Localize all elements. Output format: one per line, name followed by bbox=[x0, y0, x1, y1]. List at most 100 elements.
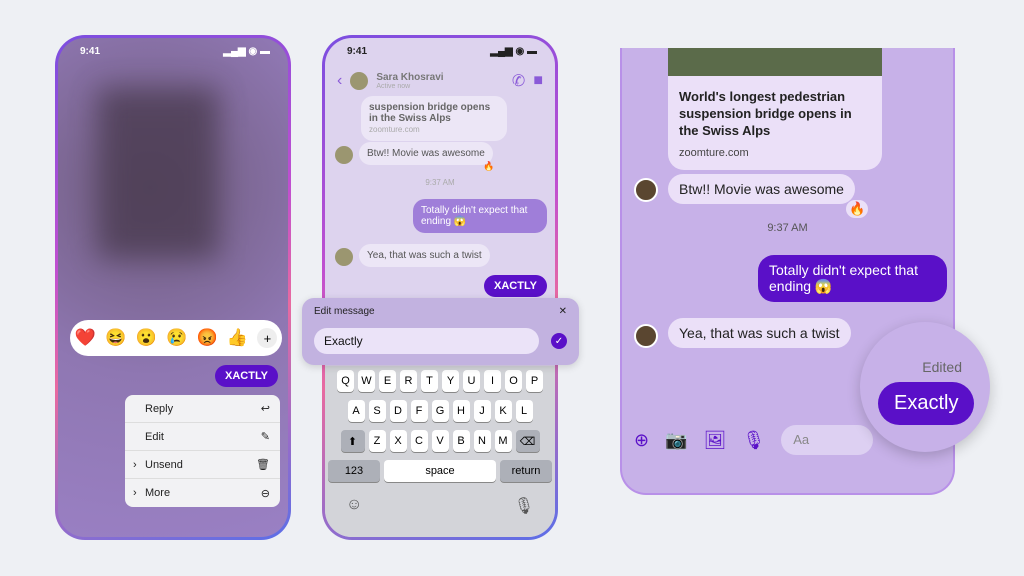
microphone-icon[interactable]: 🎙 bbox=[742, 430, 765, 451]
avatar[interactable] bbox=[350, 72, 369, 90]
key[interactable]: B bbox=[452, 430, 470, 452]
message-received[interactable]: Yea, that was such a twist bbox=[668, 318, 851, 348]
key[interactable]: Q bbox=[337, 370, 354, 392]
key[interactable]: R bbox=[400, 370, 417, 392]
status-icons: ▂▄▆ ◉ ▬ bbox=[223, 46, 270, 57]
avatar bbox=[634, 324, 658, 348]
phone-edit: 9:41 ▂▄▆ ◉ ▬ ‹ Sara Khosravi Active now ✆ ■… bbox=[322, 35, 558, 540]
message-input[interactable]: Aa bbox=[781, 425, 874, 455]
message-sent-xactly[interactable]: XACTLY bbox=[484, 275, 547, 297]
key[interactable]: W bbox=[358, 370, 375, 392]
message-received[interactable]: Yea, that was such a twist bbox=[359, 244, 490, 267]
keyboard: QWERTYUIOP ASDFGHJKL ⬆ Z X C V B N M ⌫ 123 space re… bbox=[325, 366, 555, 537]
reaction-wow[interactable]: 😮 bbox=[136, 328, 157, 348]
key[interactable]: T bbox=[421, 370, 438, 392]
key[interactable]: O bbox=[505, 370, 522, 392]
contact-name: Sara Khosravi bbox=[376, 72, 444, 83]
link-preview[interactable]: suspension bridge opens in the Swiss Alp… bbox=[361, 96, 507, 141]
shift-key[interactable]: ⬆ bbox=[340, 430, 365, 452]
space-key[interactable]: space bbox=[384, 460, 496, 482]
chevron-right-icon: › bbox=[133, 458, 137, 471]
avatar bbox=[335, 248, 353, 266]
chat-header: ‹ Sara Khosravi Active now ✆ ■ bbox=[325, 66, 555, 96]
message-bubble[interactable]: XACTLY bbox=[215, 365, 278, 387]
menu-item-edit[interactable]: Edit ✎ bbox=[125, 423, 280, 451]
key[interactable]: J bbox=[473, 400, 491, 422]
numbers-key[interactable]: 123 bbox=[328, 460, 380, 482]
menu-label: More bbox=[145, 487, 171, 499]
key[interactable]: D bbox=[389, 400, 407, 422]
timestamp: 9:37 AM bbox=[767, 222, 808, 234]
reaction-bar: ❤️ 😆 😮 😢 😡 👍 + bbox=[70, 320, 282, 356]
key[interactable]: M bbox=[494, 430, 512, 452]
link-preview[interactable]: World's longest pedestrian suspension br… bbox=[668, 48, 882, 170]
key[interactable]: H bbox=[452, 400, 470, 422]
message-sent[interactable]: Totally didn't expect that ending 😱 bbox=[413, 199, 547, 233]
key[interactable]: Z bbox=[368, 430, 386, 452]
presence-status: Active now bbox=[376, 83, 411, 90]
edited-highlight: Edited Exactly bbox=[860, 322, 990, 452]
reaction-laugh[interactable]: 😆 bbox=[105, 328, 126, 348]
image-icon[interactable]: 🖼 bbox=[704, 430, 727, 451]
edit-message-panel: Edit message ✕ Exactly ✓ bbox=[302, 298, 579, 365]
status-time: 9:41 bbox=[80, 46, 101, 57]
video-icon[interactable]: ■ bbox=[533, 72, 543, 90]
menu-item-unsend[interactable]: › Unsend 🗑 bbox=[125, 451, 280, 479]
menu-item-more[interactable]: › More ⊖ bbox=[125, 479, 280, 507]
phone-icon[interactable]: ✆ bbox=[512, 71, 525, 91]
plus-icon[interactable]: ⊕ bbox=[634, 430, 649, 451]
avatar bbox=[634, 178, 658, 202]
menu-label: Unsend bbox=[145, 458, 183, 471]
edited-label: Edited bbox=[922, 359, 962, 375]
key[interactable]: N bbox=[473, 430, 491, 452]
microphone-icon[interactable]: 🎙 bbox=[514, 496, 534, 516]
key[interactable]: U bbox=[463, 370, 480, 392]
reaction-badge: 🔥 bbox=[483, 161, 495, 171]
menu-label: Edit bbox=[145, 430, 164, 443]
edit-input[interactable]: Exactly bbox=[314, 328, 539, 354]
key[interactable]: Y bbox=[442, 370, 459, 392]
more-reactions-button[interactable]: + bbox=[257, 328, 278, 348]
key[interactable]: L bbox=[515, 400, 533, 422]
menu-label: Reply bbox=[145, 402, 174, 415]
message-received[interactable]: Btw!! Movie was awesome bbox=[359, 142, 493, 165]
return-key[interactable]: return bbox=[500, 460, 552, 482]
back-icon[interactable]: ‹ bbox=[337, 72, 342, 90]
message-sent[interactable]: Totally didn't expect that ending 😱 bbox=[758, 255, 947, 302]
key[interactable]: X bbox=[389, 430, 407, 452]
backspace-key[interactable]: ⌫ bbox=[515, 430, 540, 452]
key[interactable]: G bbox=[431, 400, 449, 422]
reaction-like[interactable]: 👍 bbox=[227, 328, 248, 348]
more-icon: ⊖ bbox=[260, 487, 270, 500]
key[interactable]: A bbox=[347, 400, 365, 422]
reaction-heart[interactable]: ❤️ bbox=[75, 328, 96, 348]
blurred-background bbox=[98, 88, 218, 258]
key[interactable]: C bbox=[410, 430, 428, 452]
key[interactable]: K bbox=[494, 400, 512, 422]
key[interactable]: P bbox=[526, 370, 543, 392]
phone-reactions: 9:41 ▂▄▆ ◉ ▬ ❤️ 😆 😮 😢 😡 👍 + XACTLY Reply ↩… bbox=[55, 35, 291, 540]
key[interactable]: F bbox=[410, 400, 428, 422]
status-time: 9:41 bbox=[347, 46, 368, 57]
confirm-button[interactable]: ✓ bbox=[551, 333, 567, 349]
context-menu: Reply ↩ Edit ✎ › Unsend 🗑 › More ⊖ bbox=[125, 395, 280, 507]
reply-icon: ↩ bbox=[260, 403, 270, 415]
composer-bar: ⊕ 📷 🖼 🎙 Aa bbox=[634, 425, 874, 455]
emoji-icon[interactable]: ☺ bbox=[346, 496, 362, 516]
reaction-sad[interactable]: 😢 bbox=[166, 328, 187, 348]
reaction-angry[interactable]: 😡 bbox=[196, 328, 217, 348]
timestamp: 9:37 AM bbox=[425, 178, 455, 187]
key[interactable]: V bbox=[431, 430, 449, 452]
camera-icon[interactable]: 📷 bbox=[665, 430, 687, 451]
key[interactable]: S bbox=[368, 400, 386, 422]
chevron-right-icon: › bbox=[133, 487, 137, 499]
close-icon[interactable]: ✕ bbox=[559, 306, 567, 317]
key[interactable]: E bbox=[379, 370, 396, 392]
status-icons: ▂▄▆ ◉ ▬ bbox=[490, 46, 537, 57]
key[interactable]: I bbox=[484, 370, 501, 392]
trash-icon: 🗑 bbox=[256, 459, 270, 471]
menu-item-reply[interactable]: Reply ↩ bbox=[125, 395, 280, 423]
pencil-icon: ✎ bbox=[260, 431, 270, 443]
edited-message[interactable]: Exactly bbox=[878, 382, 975, 425]
message-received[interactable]: Btw!! Movie was awesome bbox=[668, 174, 855, 204]
